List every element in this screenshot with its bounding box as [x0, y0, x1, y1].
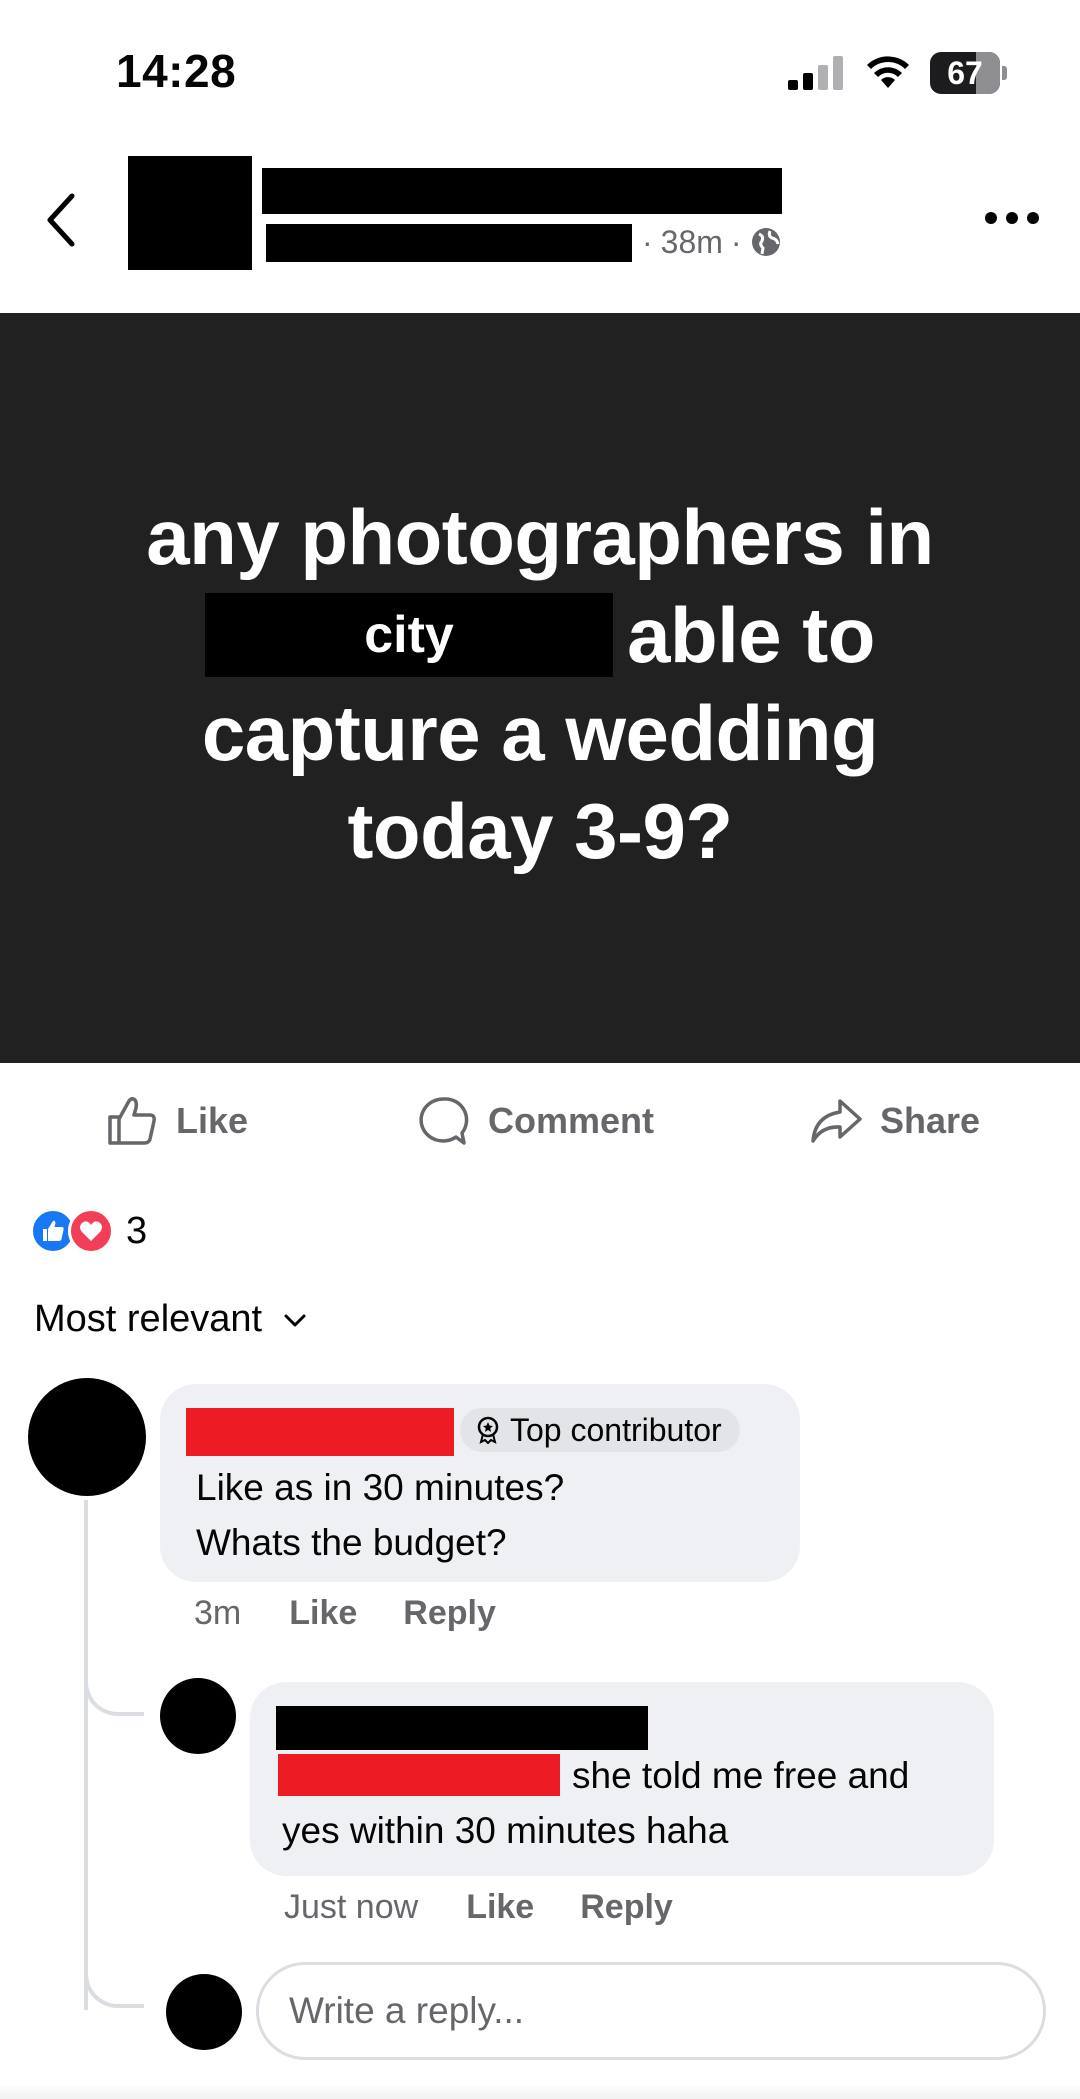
reaction-summary[interactable]: 3 — [30, 1206, 147, 1256]
reply-text-line-1: she told me free and — [572, 1755, 910, 1796]
mention-redacted[interactable] — [278, 1754, 560, 1796]
post-meta: · 38m · — [642, 220, 782, 264]
reply-reply-button[interactable]: Reply — [580, 1888, 673, 1927]
comment-text: Like as in 30 minutes? Whats the budget? — [196, 1467, 565, 1563]
post-text-image[interactable]: any photographers in city able to capture… — [0, 313, 1080, 1063]
post-line-1: any photographers in — [146, 493, 934, 581]
reply-meta: Just now Like Reply — [284, 1888, 673, 1927]
status-time: 14:28 — [116, 45, 237, 97]
comment-bubble-icon — [419, 1097, 469, 1145]
share-arrow-icon — [811, 1099, 862, 1143]
thumbs-up-icon — [108, 1096, 156, 1145]
love-reaction-icon — [68, 1208, 114, 1254]
award-badge-icon — [477, 1416, 499, 1444]
thread-connector — [84, 1500, 88, 2010]
like-button[interactable]: Like — [104, 1084, 248, 1158]
comment-reply-button[interactable]: Reply — [403, 1594, 496, 1633]
reply-avatar[interactable] — [160, 1678, 236, 1754]
thread-branch — [84, 1962, 144, 2008]
current-user-avatar — [166, 1974, 242, 2050]
author-avatar-redacted[interactable] — [128, 156, 252, 270]
comment-like-button[interactable]: Like — [289, 1594, 357, 1633]
city-redacted: city — [205, 593, 614, 678]
author-name-redacted[interactable] — [262, 168, 782, 214]
bottom-edge — [0, 2085, 1080, 2099]
back-arrow-icon[interactable] — [42, 188, 82, 252]
reaction-count: 3 — [126, 1209, 148, 1252]
more-options-icon[interactable] — [985, 206, 1039, 230]
sort-label: Most relevant — [34, 1298, 263, 1340]
cellular-signal-icon — [788, 56, 843, 90]
post-action-bar: Like Comment Share — [0, 1084, 1080, 1158]
thread-branch — [84, 1670, 144, 1716]
commenter-name-redacted[interactable] — [186, 1408, 454, 1456]
reply-time[interactable]: Just now — [284, 1888, 418, 1927]
globe-icon — [751, 228, 780, 256]
post-line-3: capture a wedding — [201, 689, 879, 777]
comment-bubble: Top contributor Like as in 30 minutes? W… — [160, 1384, 800, 1582]
comment-time[interactable]: 3m — [194, 1594, 241, 1633]
post-image-text: any photographers in city able to capture… — [0, 488, 1080, 880]
group-name-redacted[interactable] — [266, 224, 632, 262]
top-contributor-badge[interactable]: Top contributor — [460, 1408, 740, 1452]
write-reply-input[interactable] — [256, 1962, 1046, 2060]
chevron-down-icon — [284, 1314, 306, 1326]
reply-bubble: she told me free and yes within 30 minut… — [250, 1682, 994, 1876]
post-line-2: city able to — [0, 586, 1080, 684]
comment-button[interactable]: Comment — [416, 1084, 654, 1158]
commenter-avatar[interactable] — [28, 1378, 146, 1496]
share-button[interactable]: Share — [808, 1084, 980, 1158]
comment-sort-dropdown[interactable]: Most relevant — [34, 1298, 310, 1341]
battery-level: 67 — [947, 55, 983, 91]
wifi-icon — [867, 56, 909, 88]
comment-meta: 3m Like Reply — [194, 1594, 496, 1633]
reply-author-redacted[interactable] — [276, 1706, 648, 1750]
post-line-4: today 3-9? — [347, 787, 733, 875]
reply-text-line-2: yes within 30 minutes haha — [282, 1810, 729, 1851]
battery-icon: 67 — [930, 52, 1008, 94]
post-time[interactable]: 38m — [661, 224, 723, 261]
reply-like-button[interactable]: Like — [466, 1888, 534, 1927]
